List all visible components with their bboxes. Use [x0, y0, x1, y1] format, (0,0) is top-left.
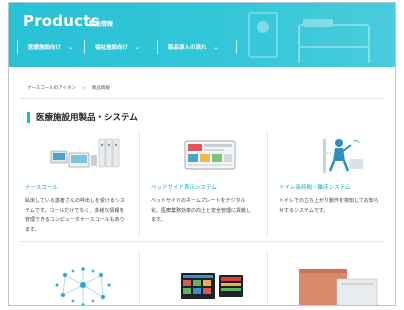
bedside-display-image: [184, 140, 236, 170]
browser-frame: Products 製品情報 医療施設向け ⌄ 福祉施設向け ⌄ 製品導入の流れ …: [8, 2, 396, 306]
monitor-display-image: [181, 273, 243, 299]
section-heading: 医療施設用製品・システム: [27, 111, 138, 123]
nav-item-label: 製品導入の流れ: [168, 45, 207, 51]
nurse-call-system-image: [50, 138, 120, 168]
nav-item-label: 福祉施設向け: [95, 45, 129, 51]
nav-item-introduction-flow[interactable]: 製品導入の流れ ⌄: [158, 39, 236, 55]
breadcrumb-current: 製品情報: [91, 86, 110, 91]
heading-accent-bar: [27, 111, 30, 123]
nav-item-label: 医療施設向け: [28, 45, 62, 51]
divider: [19, 98, 385, 99]
toilet-detection-image: [323, 139, 363, 173]
product-description: 臥床している患者さんの呼出しを受けるシステムです。コールだけでなく、多様な情報を…: [25, 198, 125, 233]
product-name-link[interactable]: ベッドサイド表示システム: [151, 183, 217, 191]
chevron-down-icon: ⌄: [68, 43, 74, 51]
product-name-link[interactable]: トイレ長時間・離床システム: [279, 183, 350, 191]
breadcrumb-home-link[interactable]: ナースコールのアイホン: [27, 85, 76, 91]
product-description: ベッドサイドのネームプレートをデジタル化。医療業務効率の向上と安全管理に貢献しま…: [151, 198, 252, 223]
network-system-image: [55, 267, 111, 305]
page-subtitle: 製品情報: [89, 21, 114, 28]
section-heading-text: 医療施設用製品・システム: [36, 113, 138, 123]
nav-divider: [236, 40, 237, 54]
chevron-down-icon: ⌄: [135, 43, 141, 51]
breadcrumb-separator: >: [82, 85, 86, 91]
wall-panel-image: [299, 269, 378, 305]
product-name-link[interactable]: ナースコール: [25, 183, 58, 191]
product-grid: ナースコール 臥床している患者さんの呼出しを受けるシステムです。コールだけでなく…: [9, 131, 395, 305]
category-nav: 医療施設向け ⌄ 福祉施設向け ⌄ 製品導入の流れ ⌄: [17, 39, 237, 55]
product-description: トイレでの立ち上がり動作を検知してお知らせするシステムです。: [279, 198, 379, 214]
chevron-down-icon: ⌄: [213, 43, 219, 51]
nav-item-welfare[interactable]: 福祉施設向け ⌄: [85, 39, 157, 55]
nav-item-medical[interactable]: 医療施設向け ⌄: [18, 39, 84, 55]
hospital-bed-decoration-icon: [248, 12, 370, 63]
breadcrumb: ナースコールのアイホン > 製品情報: [27, 85, 110, 92]
products-hero-banner: Products 製品情報 医療施設向け ⌄ 福祉施設向け ⌄ 製品導入の流れ …: [9, 3, 395, 67]
grid-divider: [19, 241, 385, 242]
